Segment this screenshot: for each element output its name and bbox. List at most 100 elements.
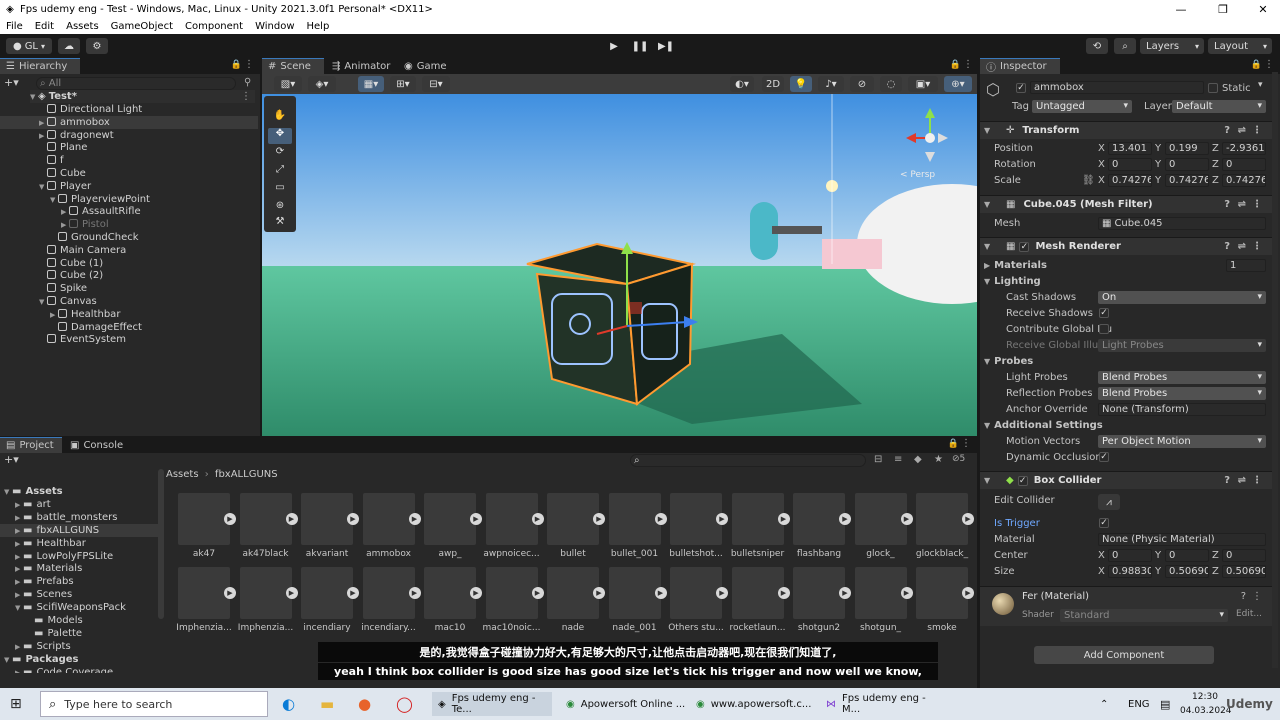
project-folder-item[interactable]: ▬ Palette: [0, 627, 158, 640]
scale-x-field[interactable]: 0.74276: [1108, 174, 1152, 187]
expand-prefab-icon[interactable]: ▶: [654, 513, 667, 525]
hierarchy-item[interactable]: f: [0, 154, 258, 167]
component-menu-icon[interactable]: ⋮: [1252, 591, 1262, 602]
search-icon[interactable]: ⌕: [1114, 38, 1136, 54]
windows-start-icon[interactable]: ⊞: [10, 692, 22, 716]
create-button[interactable]: +▾: [4, 76, 24, 90]
expand-prefab-icon[interactable]: ▶: [347, 513, 359, 525]
expand-prefab-icon[interactable]: ▶: [224, 587, 236, 599]
tab-inspector[interactable]: ⓘ Inspector: [980, 58, 1060, 74]
contribute-gi-checkbox[interactable]: [1099, 324, 1109, 334]
maximize-button[interactable]: ❐: [1206, 0, 1240, 18]
taskbar-search-input[interactable]: ⌕ Type here to search: [40, 691, 268, 717]
opera-icon[interactable]: ◯: [396, 692, 413, 716]
materials-foldout[interactable]: ▶ Materials: [984, 259, 1047, 272]
project-create-button[interactable]: +▾: [4, 453, 19, 466]
lock-icon[interactable]: 🔒: [950, 60, 961, 70]
hierarchy-item[interactable]: ▼ Canvas: [0, 295, 258, 308]
active-checkbox[interactable]: ✓: [1016, 83, 1026, 93]
preset-icon[interactable]: ⇌: [1238, 199, 1246, 210]
layer-dropdown[interactable]: Default: [1172, 100, 1266, 113]
asset-thumbnail[interactable]: [239, 493, 292, 545]
preset-icon[interactable]: ⇌: [1238, 241, 1246, 252]
hierarchy-search-input[interactable]: ⌕ All: [36, 77, 236, 90]
expand-prefab-icon[interactable]: ▶: [839, 513, 851, 525]
scale-tool-icon[interactable]: ⤢: [268, 164, 292, 180]
account-button[interactable]: ● GL ▾: [6, 38, 52, 54]
expand-prefab-icon[interactable]: ▶: [408, 587, 421, 599]
anchor-override-field[interactable]: None (Transform): [1098, 403, 1266, 416]
expand-prefab-icon[interactable]: ▶: [593, 587, 605, 599]
rotation-x-field[interactable]: 0: [1108, 158, 1152, 171]
menu-component[interactable]: Component: [185, 21, 243, 32]
static-dropdown-icon[interactable]: ▾: [1258, 80, 1263, 90]
asset-thumbnail[interactable]: [485, 493, 538, 545]
scale-y-field[interactable]: 0.74276: [1165, 174, 1209, 187]
language-indicator[interactable]: ENG: [1128, 692, 1150, 716]
expand-prefab-icon[interactable]: ▶: [224, 513, 236, 525]
physic-material-field[interactable]: None (Physic Material): [1098, 533, 1266, 546]
expand-prefab-icon[interactable]: ▶: [531, 587, 544, 599]
position-y-field[interactable]: 0.199: [1165, 142, 1209, 155]
hierarchy-item[interactable]: EventSystem: [0, 333, 258, 346]
component-menu-icon[interactable]: ⋮: [1252, 241, 1262, 252]
rect-tool-icon[interactable]: ▭: [268, 182, 292, 198]
asset-thumbnail[interactable]: [731, 493, 784, 545]
asset-thumbnail[interactable]: [793, 567, 845, 619]
tab-animator[interactable]: ⇶ Animator: [326, 58, 396, 74]
preset-icon[interactable]: ⇌: [1238, 475, 1246, 486]
layout-dropdown[interactable]: Layout ▾: [1208, 38, 1272, 54]
asset-thumbnail[interactable]: [362, 493, 415, 545]
transform-tool-icon[interactable]: ⊛: [268, 200, 292, 216]
expand-prefab-icon[interactable]: ▶: [839, 587, 851, 599]
search-by-label-icon[interactable]: ≡: [894, 454, 902, 465]
position-z-field[interactable]: -2.93619: [1222, 142, 1266, 155]
rotate-tool-icon[interactable]: ⟳: [268, 146, 292, 162]
expand-prefab-icon[interactable]: ▶: [900, 513, 913, 525]
hierarchy-item[interactable]: Main Camera: [0, 244, 258, 257]
shader-dropdown[interactable]: Standard: [1060, 609, 1228, 622]
hierarchy-item[interactable]: Cube (2): [0, 269, 258, 282]
static-checkbox[interactable]: [1208, 83, 1218, 93]
is-trigger-checkbox[interactable]: ✓: [1099, 518, 1109, 528]
lock-icon[interactable]: 🔒: [1251, 60, 1262, 70]
tab-scene[interactable]: # Scene: [262, 58, 324, 74]
project-folder-item[interactable]: ▶ ▬ Healthbar: [0, 537, 158, 550]
position-x-field[interactable]: 13.401: [1108, 142, 1152, 155]
object-name-field[interactable]: ammobox: [1030, 81, 1204, 94]
hidden-objects-icon[interactable]: ◌: [880, 76, 902, 92]
help-icon[interactable]: ?: [1224, 241, 1230, 252]
expand-prefab-icon[interactable]: ▶: [654, 587, 667, 599]
lighting-foldout[interactable]: ▼ Lighting: [984, 275, 1041, 288]
project-folder-item[interactable]: ▶ ▬ Scripts: [0, 640, 158, 653]
hierarchy-item[interactable]: Spike: [0, 282, 258, 295]
menu-icon[interactable]: ⋮: [963, 59, 973, 70]
taskbar-app-chrome[interactable]: ◉ www.apowersoft.c...: [690, 692, 816, 716]
project-folder-item[interactable]: ▼ ▬ Assets: [0, 485, 158, 498]
collider-center-z-field[interactable]: 0: [1222, 549, 1266, 562]
tab-hierarchy[interactable]: ☰ Hierarchy: [0, 58, 80, 74]
hierarchy-item[interactable]: DamageEffect: [0, 321, 258, 334]
network-icon[interactable]: ▤: [1160, 692, 1170, 716]
lock-icon[interactable]: 🔒: [231, 60, 242, 70]
mesh-filter-header[interactable]: ▼ ▦ Cube.045 (Mesh Filter) ? ⇌ ⋮: [980, 195, 1274, 213]
scale-z-field[interactable]: 0.74276: [1222, 174, 1266, 187]
firefox-icon[interactable]: ●: [358, 692, 371, 716]
grid-snap-dropdown[interactable]: ▦▾: [358, 76, 384, 92]
expand-prefab-icon[interactable]: ▶: [285, 513, 298, 525]
project-folder-item[interactable]: ▶ ▬ Materials: [0, 562, 158, 575]
hierarchy-item[interactable]: ▶ ammobox: [0, 115, 258, 129]
hierarchy-item[interactable]: ▶ Pistol: [0, 218, 258, 231]
project-folder-item[interactable]: ▼ ▬ ScifiWeaponsPack: [0, 601, 158, 614]
reflection-probes-dropdown[interactable]: Blend Probes: [1098, 387, 1266, 400]
draw-mode-dropdown[interactable]: ▧▾: [274, 76, 302, 92]
hierarchy-item[interactable]: ▼ Player: [0, 180, 258, 193]
component-menu-icon[interactable]: ⋮: [1252, 199, 1262, 210]
label-tag-icon[interactable]: ◆: [914, 454, 922, 465]
probes-foldout[interactable]: ▼ Probes: [984, 355, 1033, 368]
search-by-type-icon[interactable]: ⊟: [874, 454, 882, 465]
minimize-button[interactable]: —: [1164, 0, 1198, 18]
custom-tool-icon[interactable]: ⚒: [268, 216, 292, 232]
project-folder-item[interactable]: ▶ ▬ Code Coverage: [0, 666, 158, 673]
collider-size-z-field[interactable]: 0.50690: [1222, 565, 1266, 578]
